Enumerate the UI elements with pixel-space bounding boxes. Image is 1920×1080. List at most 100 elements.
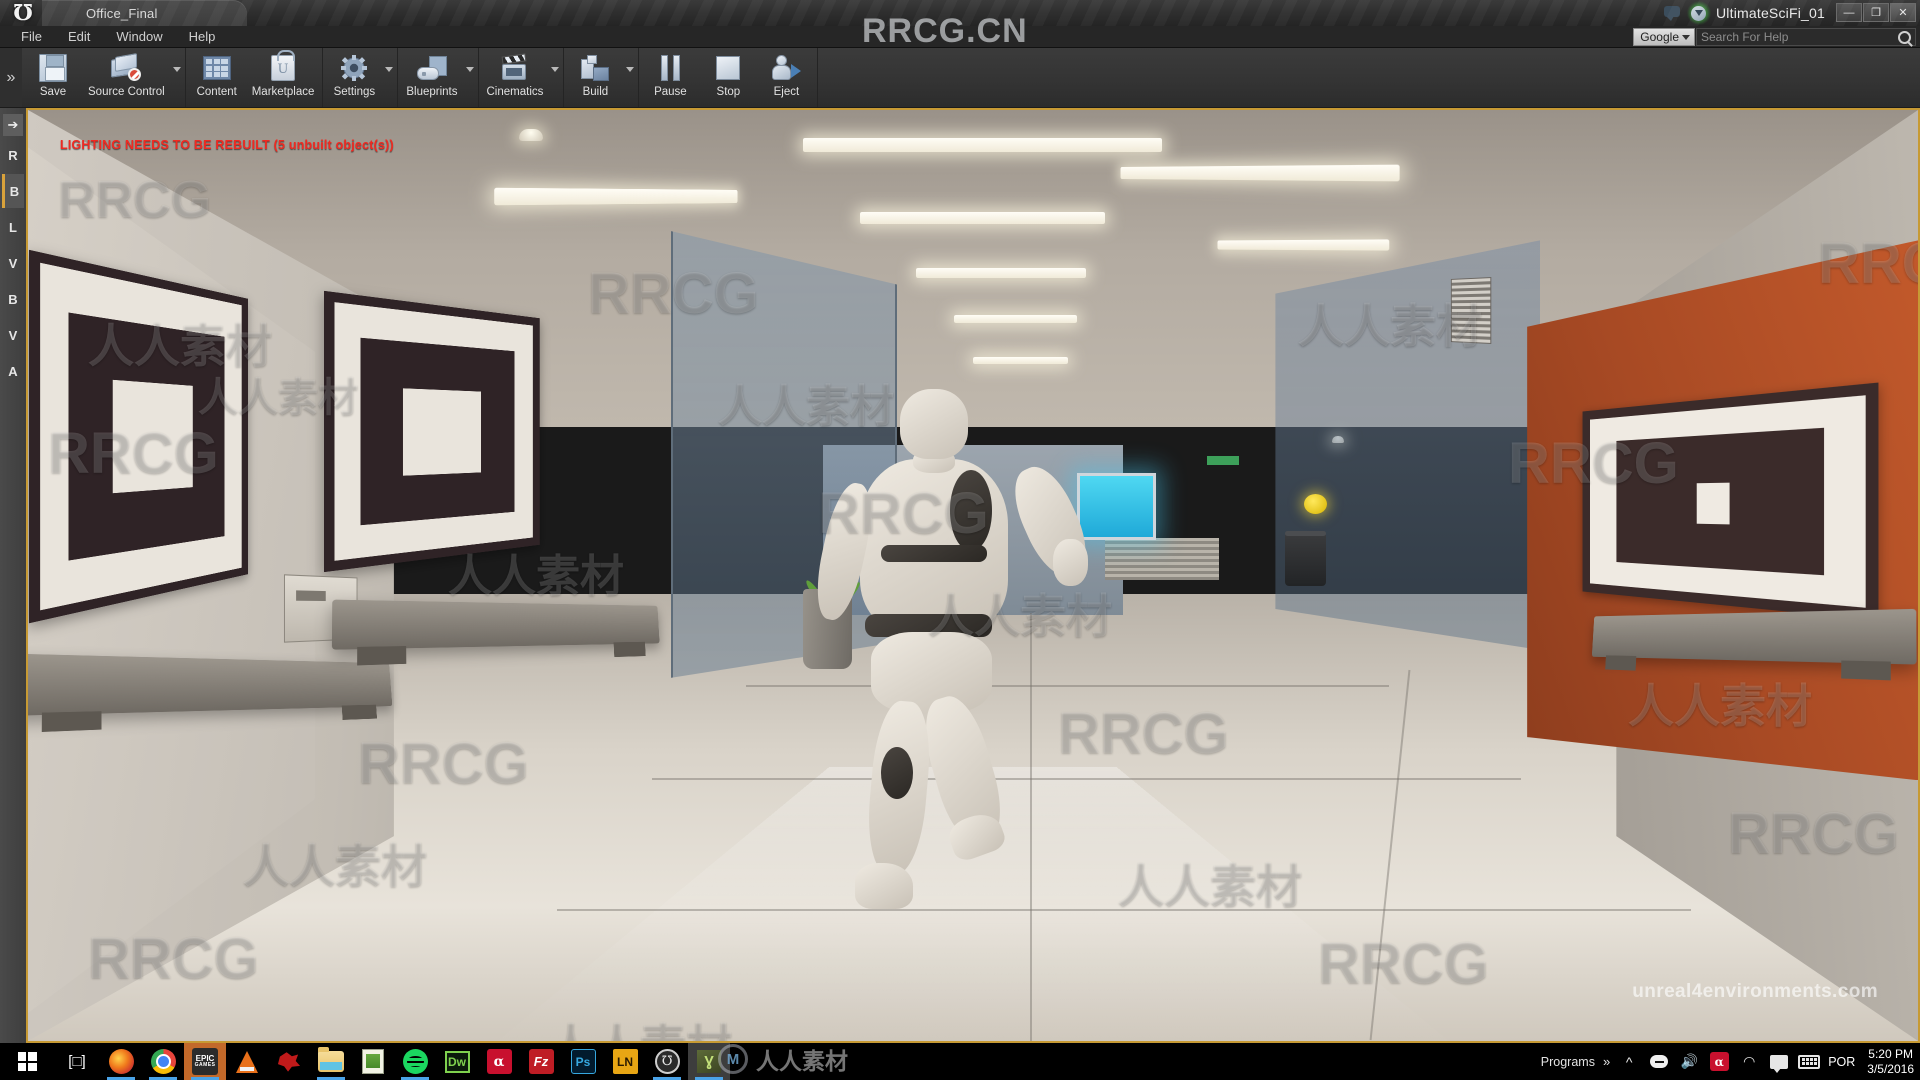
chevron-up-icon[interactable]: ^ bbox=[1618, 1051, 1640, 1073]
close-button[interactable]: ✕ bbox=[1890, 3, 1916, 22]
epic-launcher-icon[interactable] bbox=[1686, 0, 1712, 26]
filezilla-icon: Fz bbox=[528, 1049, 554, 1074]
expand-chevrons-icon[interactable]: » bbox=[0, 48, 22, 107]
minimize-button[interactable]: — bbox=[1836, 3, 1862, 22]
taskbar-app-dreamweaver[interactable]: Dw bbox=[436, 1043, 478, 1080]
tool-strip-item-4[interactable]: B bbox=[2, 282, 24, 316]
help-search-box[interactable] bbox=[1696, 28, 1916, 46]
cinematics-dropdown-icon[interactable] bbox=[549, 67, 561, 88]
chevron-down-icon bbox=[1682, 34, 1690, 40]
search-engine-selector[interactable]: Google bbox=[1633, 28, 1695, 46]
wifi-icon[interactable]: ◠ bbox=[1738, 1051, 1760, 1073]
scene-glass-partition-right bbox=[1275, 240, 1540, 650]
watermark-logo-icon: M bbox=[718, 1044, 748, 1074]
scene-bench-left-2 bbox=[332, 600, 661, 650]
task-view-icon[interactable]: [□] bbox=[54, 1043, 100, 1080]
search-input[interactable] bbox=[1701, 30, 1898, 44]
toolbar-group-content: Content Marketplace bbox=[186, 48, 324, 107]
menu-file[interactable]: File bbox=[8, 26, 55, 48]
red-splash-icon bbox=[277, 1052, 301, 1072]
speaker-volume-icon[interactable]: 🔊 bbox=[1678, 1051, 1700, 1073]
taskbar-app-epic-games-launcher[interactable]: EPIC GAMES bbox=[184, 1043, 226, 1080]
settings-dropdown-icon[interactable] bbox=[383, 67, 395, 88]
tray-date: 3/5/2016 bbox=[1867, 1061, 1914, 1076]
epic-games-icon: EPIC GAMES bbox=[192, 1048, 218, 1075]
avira-icon: α bbox=[486, 1049, 512, 1074]
content-browser-grid-icon bbox=[198, 51, 236, 85]
tool-strip-item-0[interactable]: R bbox=[2, 138, 24, 172]
build-button[interactable]: Build bbox=[566, 48, 624, 107]
eject-button[interactable]: Eject bbox=[757, 48, 815, 107]
cinematics-label: Cinematics bbox=[486, 86, 544, 98]
taskbar-app-ln[interactable]: LN bbox=[604, 1043, 646, 1080]
tool-strip-item-6[interactable]: A bbox=[2, 354, 24, 388]
menu-window[interactable]: Window bbox=[103, 26, 175, 48]
spotify-icon bbox=[402, 1049, 428, 1074]
windows-start-icon[interactable] bbox=[0, 1043, 54, 1080]
avira-tray-icon[interactable]: α bbox=[1708, 1051, 1730, 1073]
tray-programs-label[interactable]: Programs bbox=[1541, 1055, 1595, 1069]
double-chevron-right-icon[interactable]: » bbox=[1603, 1054, 1610, 1069]
folder-icon bbox=[318, 1047, 344, 1072]
save-button[interactable]: Save bbox=[24, 48, 82, 107]
taskbar-app-unreal-engine[interactable]: ℧ bbox=[646, 1043, 688, 1080]
taskbar-app-paint-splash[interactable] bbox=[268, 1043, 310, 1080]
battery-icon[interactable] bbox=[1648, 1051, 1670, 1073]
source-control-button[interactable]: Source Control bbox=[82, 48, 171, 107]
marketplace-label: Marketplace bbox=[251, 86, 315, 98]
taskbar-app-spotify[interactable] bbox=[394, 1043, 436, 1080]
marketplace-button[interactable]: Marketplace bbox=[246, 48, 321, 107]
build-dropdown-icon[interactable] bbox=[624, 67, 636, 88]
viewport-area: ➔ R B L V B V A 人人素材 LIGHTING NEEDS TO B… bbox=[0, 108, 1920, 1043]
mannequin-left-knee bbox=[881, 747, 913, 800]
level-tab[interactable]: Office_Final bbox=[42, 0, 247, 26]
toolbar-group-file: Save Source Control bbox=[22, 48, 186, 107]
level-viewport[interactable]: 人人素材RRCG人人素材RRCG人人素材RRCG人人素材RRCG人人素材RRCG… bbox=[26, 108, 1920, 1043]
action-center-icon[interactable] bbox=[1768, 1051, 1790, 1073]
ceiling-light-bar bbox=[802, 137, 1162, 152]
left-tool-strip: ➔ R B L V B V A bbox=[0, 108, 26, 1043]
taskbar-app-avira[interactable]: α bbox=[478, 1043, 520, 1080]
taskbar-app-vlc[interactable] bbox=[226, 1043, 268, 1080]
menu-edit[interactable]: Edit bbox=[55, 26, 103, 48]
blueprints-dropdown-icon[interactable] bbox=[464, 67, 476, 88]
magnifier-icon[interactable] bbox=[1898, 30, 1911, 44]
select-cursor-icon[interactable]: ➔ bbox=[3, 114, 23, 136]
taskbar-app-firefox[interactable] bbox=[100, 1043, 142, 1080]
tool-strip-item-1[interactable]: B bbox=[2, 174, 24, 208]
source-control-label: Source Control bbox=[88, 86, 165, 98]
scene-air-vent bbox=[1451, 276, 1493, 344]
pause-button[interactable]: Pause bbox=[641, 48, 699, 107]
system-tray: Programs » ^ 🔊 α ◠ POR 5:20 PM 3/5/2016 bbox=[1541, 1043, 1920, 1080]
pause-label: Pause bbox=[654, 86, 687, 98]
taskbar-app-notepad[interactable] bbox=[352, 1043, 394, 1080]
tray-language[interactable]: POR bbox=[1828, 1055, 1855, 1069]
tool-strip-item-2[interactable]: L bbox=[2, 210, 24, 244]
taskbar-app-filezilla[interactable]: Fz bbox=[520, 1043, 562, 1080]
taskbar-app-chrome[interactable] bbox=[142, 1043, 184, 1080]
settings-label: Settings bbox=[333, 86, 376, 98]
stop-button[interactable]: Stop bbox=[699, 48, 757, 107]
toolbar-group-build: Build bbox=[564, 48, 640, 107]
cinematics-button[interactable]: Cinematics bbox=[481, 48, 550, 107]
watermark-bottom: M 人人素材 bbox=[718, 1042, 848, 1076]
ln-icon: LN bbox=[612, 1049, 638, 1074]
pause-icon bbox=[651, 51, 689, 85]
floppy-disk-save-icon bbox=[34, 51, 72, 85]
content-button[interactable]: Content bbox=[188, 48, 246, 107]
tray-clock[interactable]: 5:20 PM 3/5/2016 bbox=[1863, 1047, 1914, 1077]
tool-strip-item-5[interactable]: V bbox=[2, 318, 24, 352]
taskbar-app-file-explorer[interactable] bbox=[310, 1043, 352, 1080]
level-tab-label: Office_Final bbox=[86, 5, 158, 21]
settings-button[interactable]: Settings bbox=[325, 48, 383, 107]
taskbar-app-photoshop[interactable]: Ps bbox=[562, 1043, 604, 1080]
chat-bubble-icon[interactable] bbox=[1662, 2, 1684, 24]
menu-help[interactable]: Help bbox=[176, 26, 229, 48]
notepad-icon bbox=[362, 1049, 384, 1074]
blueprints-button[interactable]: Blueprints bbox=[400, 48, 463, 107]
keyboard-icon[interactable] bbox=[1798, 1051, 1821, 1073]
maximize-button[interactable]: ❐ bbox=[1863, 3, 1889, 22]
source-control-dropdown-icon[interactable] bbox=[171, 67, 183, 88]
tool-strip-item-3[interactable]: V bbox=[2, 246, 24, 280]
unreal-engine-icon: ℧ bbox=[654, 1049, 680, 1074]
